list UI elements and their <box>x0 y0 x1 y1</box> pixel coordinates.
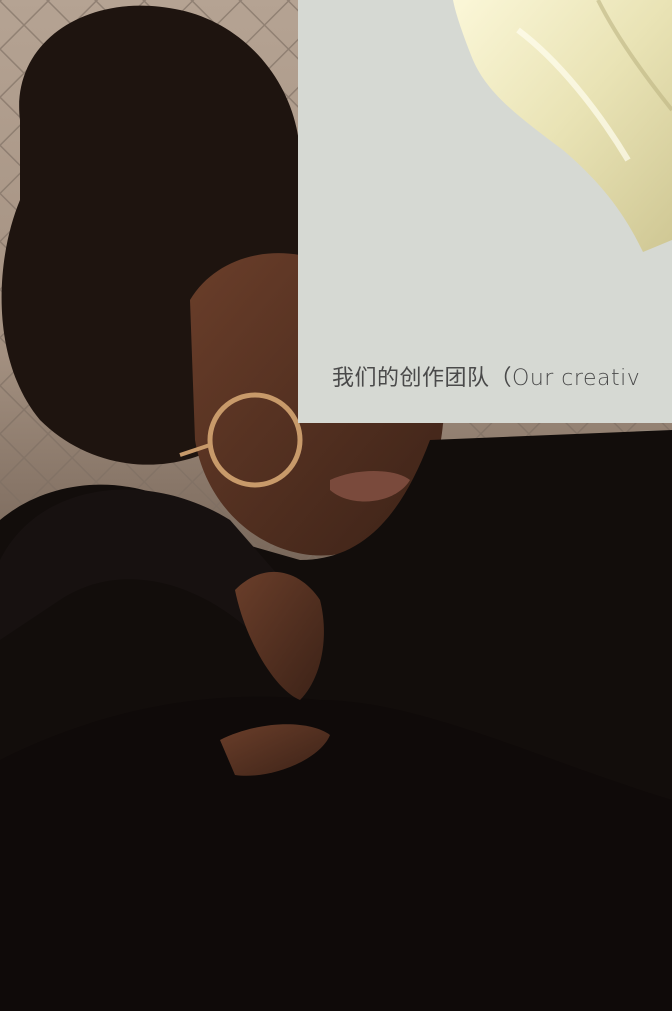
team-card[interactable]: 我们的创作团队（Our creativ <box>298 0 672 423</box>
team-caption: 我们的创作团队（Our creativ <box>332 366 641 391</box>
page: 我们的创作团队（Our creativ <box>0 0 672 1011</box>
